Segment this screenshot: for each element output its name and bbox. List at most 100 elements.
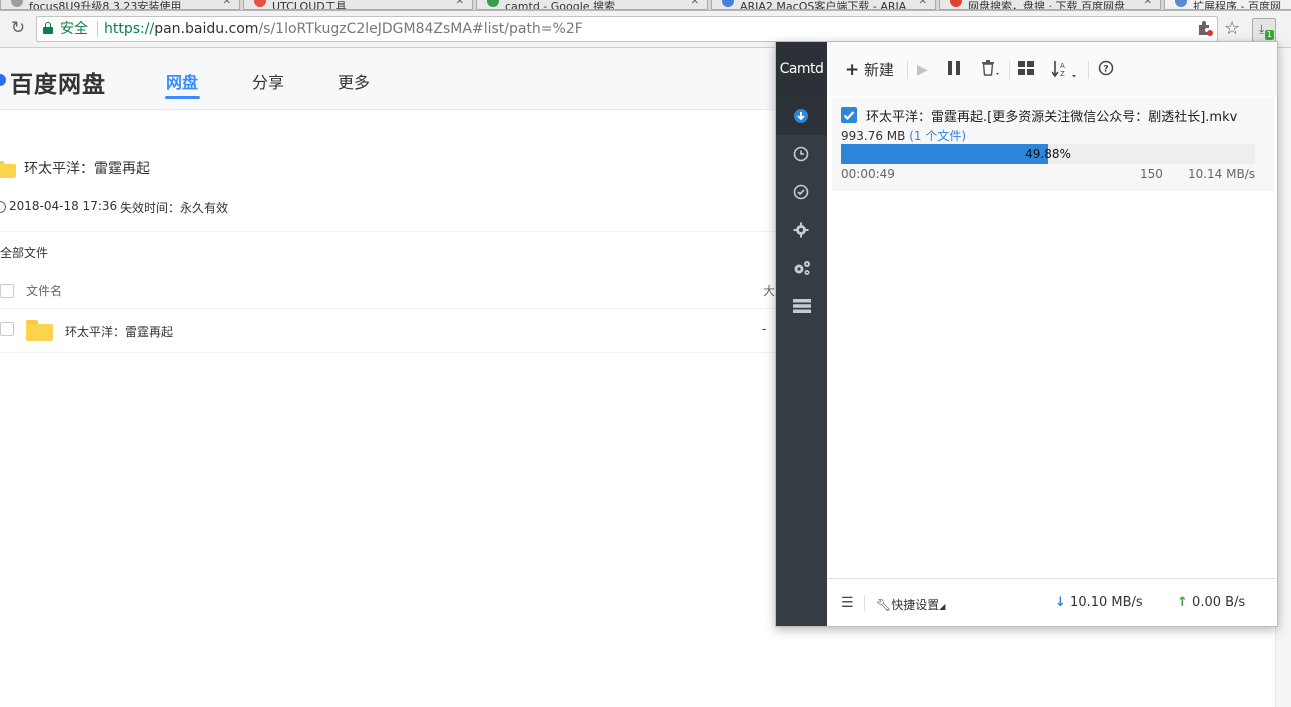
file-name[interactable]: 环太平洋：雷霆再起	[65, 323, 173, 340]
tab-close-icon[interactable]: ✕	[456, 0, 464, 7]
nav-more[interactable]: 更多	[338, 69, 370, 93]
camtd-extension-button[interactable]: ⤓ 1	[1252, 18, 1276, 42]
column-header-size[interactable]: 大	[763, 282, 775, 299]
camtd-sidebar: Camtd	[776, 42, 827, 626]
secure-label: 安全	[60, 21, 88, 37]
download-task[interactable]: 环太平洋：雷霆再起.[更多资源关注微信公众号：剧透社长].mkv 993.76 …	[832, 98, 1274, 191]
site-logo[interactable]: 百度网盘	[10, 65, 106, 99]
task-progress-bar: 49.88%	[841, 144, 1255, 164]
browser-tab-strip: focus8U9升级8 3.23安装使用 ✕ UTCLOUD工具 ✕ camtd…	[0, 0, 1291, 11]
sort-alpha-icon: A Z	[1051, 61, 1076, 78]
download-circle-icon	[794, 109, 808, 123]
arrow-down-icon: ↓	[1055, 595, 1066, 610]
tab-close-icon[interactable]: ✕	[1144, 0, 1152, 7]
task-size-line: 993.76 MB (1 个文件)	[841, 127, 966, 144]
tab-close-icon[interactable]: ✕	[691, 0, 699, 7]
tab-close-icon[interactable]: ✕	[919, 0, 927, 7]
nav-share[interactable]: 分享	[252, 69, 284, 93]
delete-menu-button[interactable]	[981, 60, 1001, 80]
url-scheme: https://	[104, 21, 155, 37]
quick-settings-button[interactable]: 🔧︎快捷设置◢	[876, 596, 945, 613]
share-date: 2018-04-18 17:36	[9, 199, 118, 213]
share-expiry: 失效时间：永久有效	[120, 201, 229, 215]
clock-icon	[793, 146, 809, 162]
select-all-checkbox[interactable]	[0, 284, 14, 298]
global-download-speed: ↓ 10.10 MB/s	[1055, 595, 1143, 610]
help-button[interactable]: ?	[1098, 60, 1114, 80]
tab-label: 扩展程序 - 百度网	[1193, 0, 1281, 10]
tab-favicon-icon	[722, 0, 734, 7]
bookmark-star-icon[interactable]: ☆	[1224, 20, 1240, 38]
browser-tab-4[interactable]: ARIA2 MacOS客户端下载 - ARIA ✕	[711, 0, 936, 10]
svg-text:?: ?	[1103, 65, 1108, 75]
camtd-brand: Camtd	[776, 42, 827, 97]
dropdown-caret-icon: ◢	[939, 602, 946, 611]
sidebar-item-completed[interactable]	[776, 173, 827, 211]
toolbar-separator	[907, 61, 908, 79]
global-upload-speed: ↑ 0.00 B/s	[1177, 595, 1245, 610]
folder-icon	[26, 320, 53, 341]
tab-label: camtd - Google 搜索	[505, 0, 616, 10]
check-circle-icon	[793, 184, 809, 200]
tab-label: focus8U9升级8 3.23安装使用	[29, 0, 182, 10]
divider	[0, 231, 780, 232]
tab-close-icon[interactable]: ✕	[223, 0, 231, 7]
extension-puzzle-icon[interactable]	[1197, 20, 1213, 40]
pause-button[interactable]	[947, 60, 961, 80]
quick-settings-label: 快捷设置	[891, 598, 940, 612]
nav-netdisk[interactable]: 网盘	[166, 69, 198, 93]
browser-tab-5[interactable]: 网盘搜索，盘搜 · 下载 百度网盘 ✕	[939, 0, 1161, 10]
task-progress-label: 49.88%	[1025, 147, 1071, 161]
gears-icon	[794, 261, 810, 275]
address-bar[interactable]: 安全 https://pan.baidu.com/s/1loRTkugzC2le…	[36, 16, 1218, 42]
browser-tab-6[interactable]: 扩展程序 - 百度网	[1164, 0, 1291, 10]
wrench-icon: 🔧︎	[876, 598, 892, 612]
toolbar-separator	[1088, 61, 1089, 79]
footer-separator	[864, 595, 865, 611]
address-separator	[97, 21, 98, 37]
task-size: 993.76 MB	[841, 129, 906, 143]
sort-menu-button[interactable]: A Z	[1051, 60, 1078, 80]
sidebar-item-waiting[interactable]	[776, 135, 827, 173]
folder-icon	[0, 161, 16, 178]
divider	[0, 308, 780, 309]
url-path: /s/1loRTkugzC2leJDGM84ZsMA#list/path=%2F	[258, 21, 583, 37]
row-checkbox[interactable]	[0, 322, 14, 336]
sidebar-item-downloading[interactable]	[776, 97, 827, 135]
browser-tab-1[interactable]: focus8U9升级8 3.23安装使用 ✕	[0, 0, 240, 10]
camtd-popup: Camtd + 新建 ▶ A Z ? 环太平洋：雷霆再起.[更多资源关注微信公众…	[775, 41, 1278, 627]
breadcrumb[interactable]: 全部文件	[0, 244, 48, 261]
new-task-label: 新建	[864, 61, 895, 79]
task-file-count[interactable]: (1 个文件)	[909, 129, 966, 143]
check-icon	[843, 111, 855, 121]
extension-badge-count: 1	[1264, 30, 1274, 40]
new-task-button[interactable]: + 新建	[845, 60, 894, 80]
share-title: 环太平洋：雷霆再起	[24, 161, 150, 177]
upload-speed-value: 0.00 B/s	[1192, 595, 1246, 610]
url-text: https://pan.baidu.com/s/1loRTkugzC2leJDG…	[104, 17, 583, 41]
plus-icon: +	[845, 60, 860, 80]
task-name: 环太平洋：雷霆再起.[更多资源关注微信公众号：剧透社长].mkv	[866, 110, 1238, 125]
server-icon	[793, 299, 811, 313]
baidu-logo-icon	[0, 74, 6, 86]
tab-label: 网盘搜索，盘搜 · 下载 百度网盘	[968, 0, 1125, 10]
start-button[interactable]: ▶	[917, 60, 928, 80]
sidebar-item-servers[interactable]	[776, 287, 827, 325]
reload-icon[interactable]: ↻	[8, 18, 28, 38]
browser-tab-2[interactable]: UTCLOUD工具 ✕	[243, 0, 473, 10]
task-speed: 10.14 MB/s	[1187, 167, 1255, 181]
task-checkbox[interactable]	[841, 107, 857, 123]
nav-active-underline	[165, 96, 200, 99]
sidebar-item-advanced-settings[interactable]	[776, 249, 827, 287]
svg-text:Z: Z	[1060, 70, 1065, 78]
sidebar-item-settings[interactable]	[776, 211, 827, 249]
url-host: pan.baidu.com	[154, 21, 259, 37]
tab-favicon-icon	[11, 0, 23, 7]
select-all-button[interactable]	[1018, 60, 1034, 80]
tab-label: UTCLOUD工具	[272, 0, 347, 10]
browser-tab-3[interactable]: camtd - Google 搜索 ✕	[476, 0, 708, 10]
menu-icon[interactable]: ☰	[841, 595, 854, 611]
column-header-name[interactable]: 文件名	[26, 282, 62, 299]
camtd-footer: ☰ 🔧︎快捷设置◢ ↓ 10.10 MB/s ↑ 0.00 B/s	[827, 578, 1277, 626]
file-size: -	[762, 322, 767, 336]
